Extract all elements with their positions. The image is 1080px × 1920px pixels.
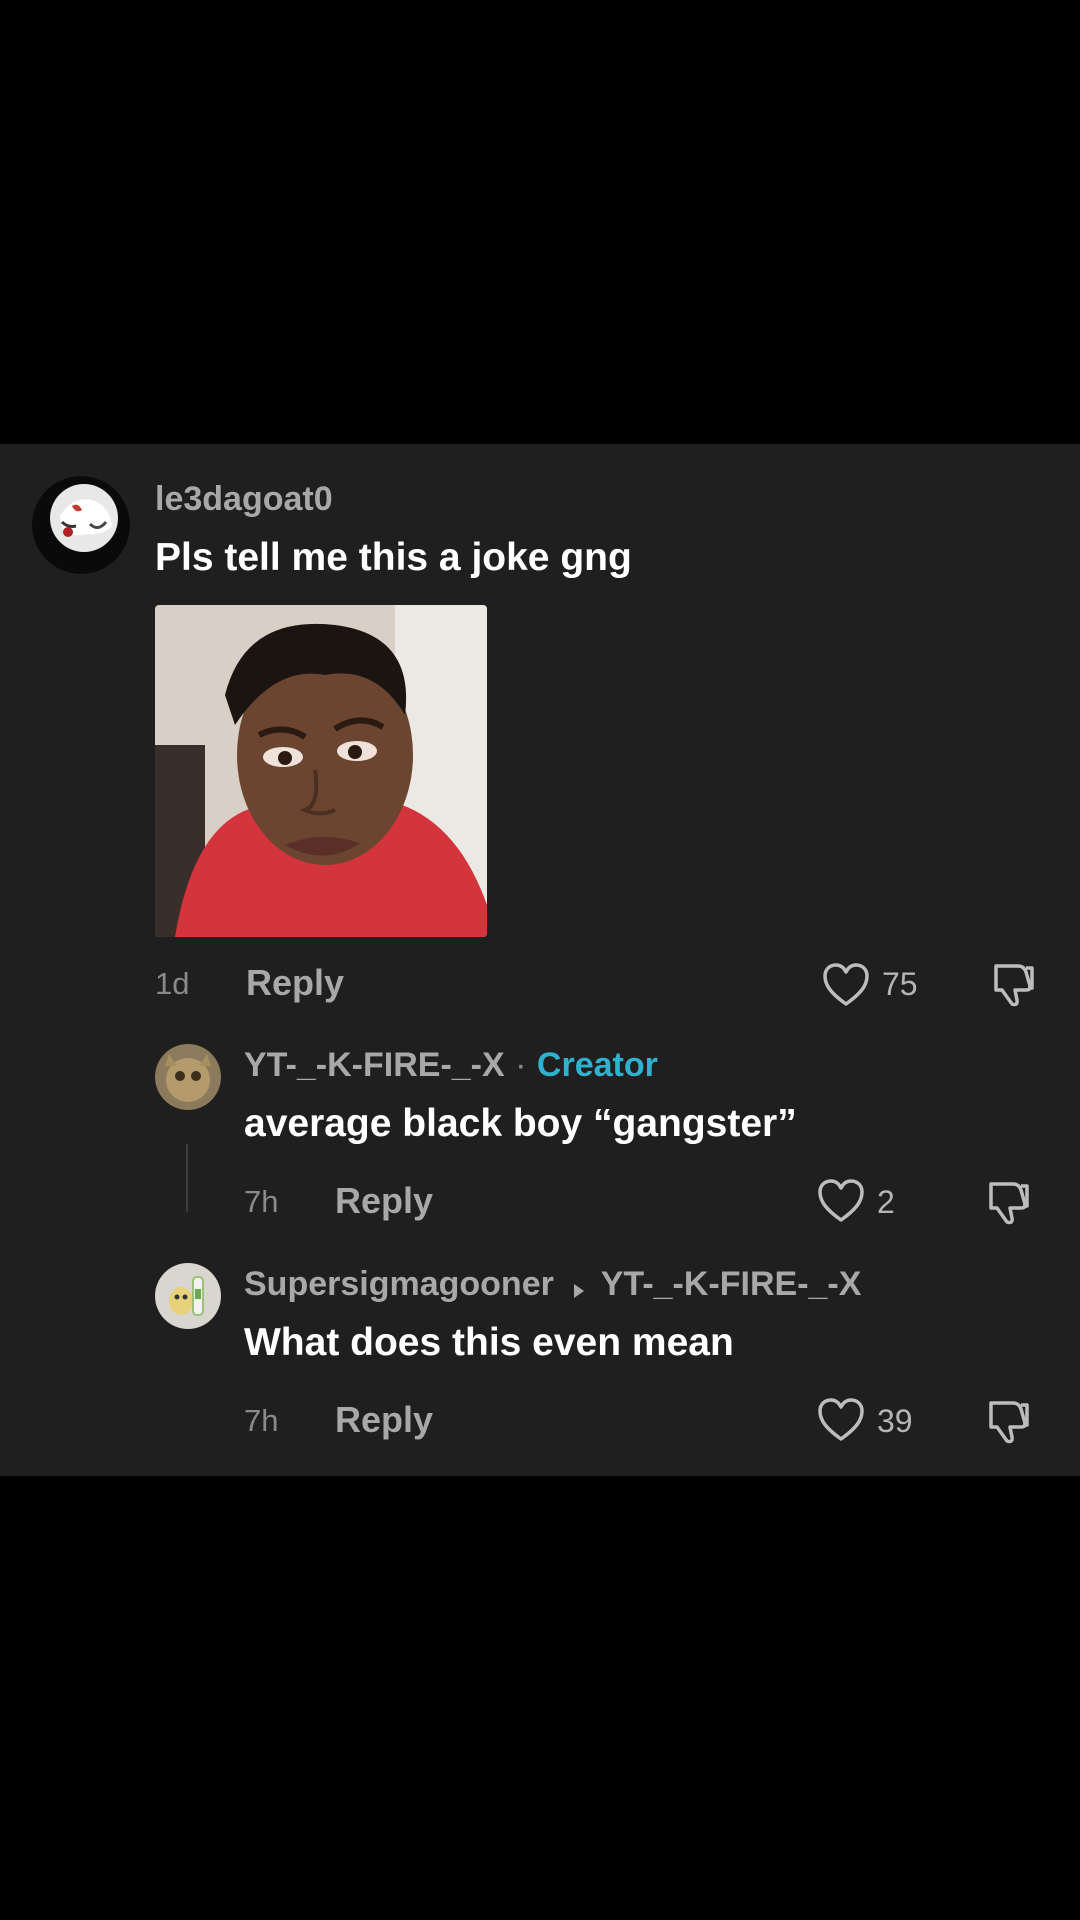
comment-text: Pls tell me this a joke gng [155,536,632,579]
thread-line [186,1144,188,1212]
reply-to-username[interactable]: YT-_-K-FIRE-_-X [601,1265,862,1303]
reply-time: 7h [244,1403,279,1438]
like-count: 39 [877,1403,913,1439]
dislike-icon[interactable] [983,1178,1031,1226]
dislike-icon[interactable] [988,960,1036,1008]
reply-button[interactable]: Reply [335,1180,433,1222]
avatar[interactable] [155,1044,221,1110]
reply-header: Supersigmagooner YT-_-K-FIRE-_-X [244,1265,861,1304]
reply-text: What does this even mean [244,1321,734,1364]
like-count: 75 [882,966,918,1002]
heart-icon[interactable] [817,1178,865,1224]
reply-arrow-icon [572,1282,586,1300]
reply-header: YT-_-K-FIRE-_-X · Creator [244,1046,658,1085]
reply-text: average black boy “gangster” [244,1102,797,1145]
like-count: 2 [877,1184,895,1220]
comment-username[interactable]: le3dagoat0 [155,480,333,519]
avatar[interactable] [155,1263,221,1329]
comment-image[interactable] [155,605,487,937]
reply-button[interactable]: Reply [335,1399,433,1441]
comment-time: 1d [155,966,190,1001]
creator-badge: Creator [536,1046,658,1084]
heart-icon[interactable] [822,962,870,1008]
reply-username[interactable]: Supersigmagooner [244,1265,554,1303]
reply-time: 7h [244,1184,279,1219]
separator-dot: · [515,1046,527,1084]
dislike-icon[interactable] [983,1397,1031,1445]
avatar[interactable] [32,476,130,574]
reply-username[interactable]: YT-_-K-FIRE-_-X [244,1046,505,1084]
heart-icon[interactable] [817,1397,865,1443]
reply-button[interactable]: Reply [246,962,344,1004]
comments-panel: le3dagoat0 Pls tell me this a joke gng 1… [0,444,1080,1476]
